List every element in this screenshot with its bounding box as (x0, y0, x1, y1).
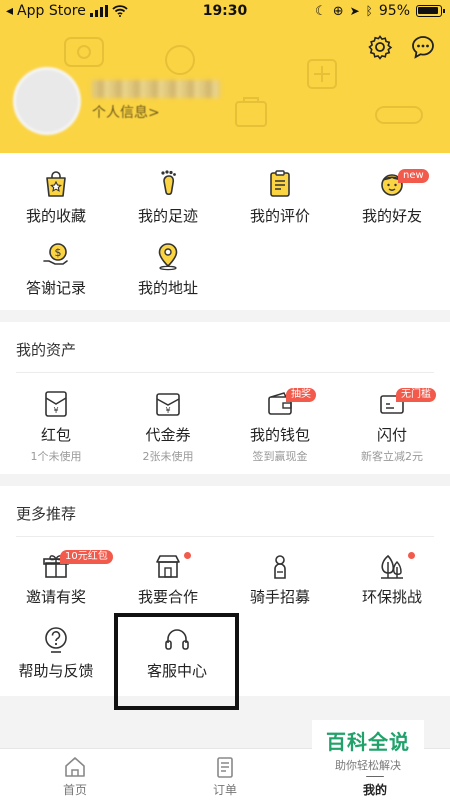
annotation-highlight-box (114, 613, 239, 710)
asset-sub: 签到赢现金 (252, 450, 308, 463)
lottery-badge: 抽奖 (286, 388, 316, 402)
tab-orders[interactable]: 订单 (169, 749, 281, 800)
notification-dot (184, 552, 191, 559)
background-doodle (235, 97, 267, 127)
order-icon (217, 757, 233, 778)
profile-info-link[interactable]: 个人信息> (92, 102, 160, 122)
no-threshold-badge: 无门槛 (396, 388, 436, 402)
status-bar: ◂ App Store 19:30 ☾ ⊕ ➤ ᛒ 95% (0, 0, 450, 24)
watermark-title: 百科全说 (326, 730, 410, 754)
trees-icon (381, 554, 403, 579)
avatar[interactable] (16, 70, 78, 132)
recommend-label: 邀请有奖 (25, 588, 86, 606)
assets-card: 我的资产 ¥ 红包 1个未使用 ¥ 代金券 2张未使用 我的钱包 签到赢现金 抽… (0, 322, 450, 474)
asset-sub: 新客立减2元 (361, 450, 423, 463)
watermark-logo: 百科全说 助你轻松解决 (312, 720, 424, 776)
recommend-invite[interactable]: 邀请有奖 10元红包 (0, 550, 113, 607)
tab-label: 订单 (212, 783, 237, 797)
bonus-badge: 10元红包 (60, 550, 113, 564)
svg-text:$: $ (55, 246, 62, 259)
recommend-label: 我要合作 (137, 588, 198, 606)
tab-home[interactable]: 首页 (19, 749, 131, 800)
menu-item-friends[interactable]: 我的好友 new (336, 169, 448, 226)
recommend-label: 骑手招募 (249, 588, 310, 606)
background-doodle (165, 45, 195, 75)
menu-item-label: 我的地址 (137, 279, 198, 297)
asset-label: 闪付 (376, 426, 407, 444)
watermark-subtitle: 助你轻松解决 (335, 759, 401, 772)
lock-rotation-icon: ⊕ (332, 3, 344, 19)
svg-text:¥: ¥ (53, 406, 58, 415)
menu-item-label: 我的好友 (361, 207, 422, 225)
menu-item-thanks-records[interactable]: $ 答谢记录 (0, 241, 112, 298)
bluetooth-icon: ᛒ (365, 4, 373, 18)
menu-item-label: 答谢记录 (25, 279, 86, 297)
shop-icon (156, 555, 180, 578)
divider (16, 536, 434, 537)
notification-dot (408, 552, 415, 559)
menu-item-footprints[interactable]: 我的足迹 (112, 169, 224, 226)
username-blurred (92, 80, 220, 98)
asset-label: 代金券 (145, 426, 191, 444)
svg-text:¥: ¥ (165, 406, 170, 415)
review-icon (270, 170, 290, 197)
section-title-assets: 我的资产 (16, 341, 77, 359)
profile-header: ◂ App Store 19:30 ☾ ⊕ ➤ ᛒ 95% 个人信息> (0, 0, 450, 153)
recommend-label: 帮助与反馈 (18, 662, 94, 680)
menu-item-label: 我的足迹 (137, 207, 198, 225)
asset-label: 红包 (40, 426, 71, 444)
quick-menu-card: 我的收藏 我的足迹 我的评价 我的好友 new $ 答谢记录 我的地址 (0, 153, 450, 310)
menu-item-label: 我的评价 (249, 207, 310, 225)
divider (16, 372, 434, 373)
section-title-recommend: 更多推荐 (16, 505, 77, 523)
location-icon: ➤ (349, 4, 360, 18)
settings-gear-icon[interactable] (367, 34, 393, 60)
voucher-icon: ¥ (156, 393, 180, 416)
recommend-eco[interactable]: 环保挑战 (336, 552, 448, 607)
background-doodle (307, 59, 337, 89)
recommend-label: 环保挑战 (361, 588, 422, 606)
help-icon (45, 627, 67, 653)
moon-icon: ☾ (315, 3, 327, 19)
menu-item-favorites[interactable]: 我的收藏 (0, 169, 112, 226)
asset-quick-pay[interactable]: 闪付 新客立减2元 无门槛 (336, 388, 448, 464)
asset-red-envelope[interactable]: ¥ 红包 1个未使用 (0, 390, 112, 464)
red-envelope-icon: ¥ (45, 391, 67, 417)
thanks-coin-icon: $ (43, 243, 68, 265)
scooter-icon (274, 555, 286, 579)
star-bag-icon (46, 171, 66, 197)
footprint-icon (161, 170, 176, 196)
tab-label: 我的 (362, 783, 387, 797)
battery-icon (416, 5, 445, 17)
message-bubble-icon[interactable] (410, 34, 436, 60)
battery-percent: 95% (378, 3, 410, 19)
asset-sub: 2张未使用 (142, 450, 194, 463)
asset-label: 我的钱包 (249, 426, 310, 444)
asset-sub: 1个未使用 (30, 450, 82, 463)
location-pin-icon (158, 243, 178, 271)
recommend-partner[interactable]: 我要合作 (112, 552, 224, 607)
asset-voucher[interactable]: ¥ 代金券 2张未使用 (112, 390, 224, 464)
new-badge: new (398, 169, 429, 183)
recommend-rider[interactable]: 骑手招募 (224, 552, 336, 607)
recommend-help[interactable]: 帮助与反馈 (0, 626, 112, 681)
background-doodle (375, 106, 423, 124)
tab-label: 首页 (62, 783, 87, 797)
background-doodle (64, 37, 104, 67)
menu-item-reviews[interactable]: 我的评价 (224, 169, 336, 226)
menu-item-label: 我的收藏 (25, 207, 86, 225)
home-icon (65, 757, 85, 777)
menu-item-addresses[interactable]: 我的地址 (112, 241, 224, 298)
asset-wallet[interactable]: 我的钱包 签到赢现金 抽奖 (224, 388, 336, 464)
